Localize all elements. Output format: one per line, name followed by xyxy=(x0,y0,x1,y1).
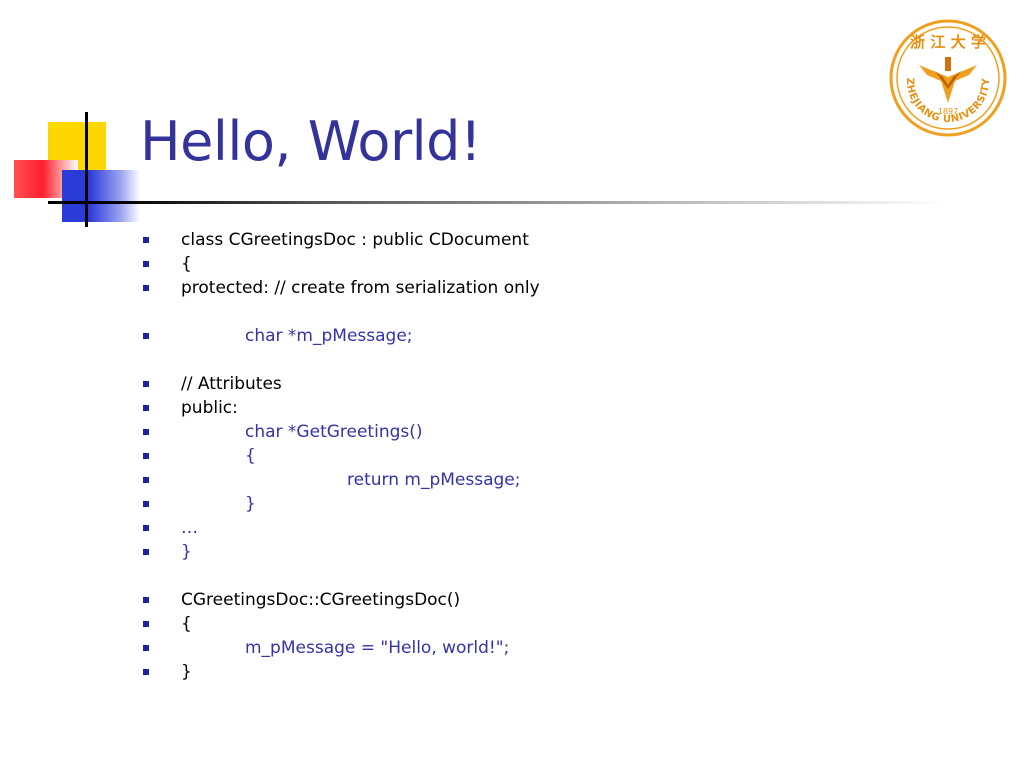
bullet-icon xyxy=(143,477,149,483)
bullet-icon xyxy=(143,333,149,339)
code-line: } xyxy=(181,662,192,682)
bullet-icon xyxy=(143,645,149,651)
code-line: { xyxy=(181,614,192,634)
bullet-icon xyxy=(143,405,149,411)
bullet-icon xyxy=(143,429,149,435)
code-line: CGreetingsDoc::CGreetingsDoc() xyxy=(181,590,461,610)
bullet-icon xyxy=(143,261,149,267)
bullet-icon xyxy=(143,501,149,507)
code-line: { xyxy=(245,446,256,466)
bullet-icon xyxy=(143,381,149,387)
code-line: return m_pMessage; xyxy=(347,470,521,490)
code-line: m_pMessage = "Hello, world!"; xyxy=(245,638,510,658)
slide-title: Hello, World! xyxy=(140,110,482,173)
logo-chinese-text: 浙 江 大 学 xyxy=(910,33,986,51)
bullet-icon xyxy=(143,237,149,243)
bullet-icon xyxy=(143,621,149,627)
code-line: // Attributes xyxy=(181,374,282,394)
code-line: class CGreetingsDoc : public CDocument xyxy=(181,230,529,250)
decor-vertical-line xyxy=(85,112,88,227)
code-line: … xyxy=(181,518,198,538)
bullet-icon xyxy=(143,525,149,531)
code-line: protected: // create from serialization … xyxy=(181,278,540,298)
bullet-icon xyxy=(143,549,149,555)
code-line: { xyxy=(181,254,192,274)
bullet-icon xyxy=(143,597,149,603)
zhejiang-university-logo: 浙 江 大 学 1897 ZHEJIANG UNIVERSITY xyxy=(889,19,1007,137)
title-underline xyxy=(48,201,948,204)
code-line: } xyxy=(245,494,256,514)
bullet-icon xyxy=(143,285,149,291)
code-line: } xyxy=(181,542,192,562)
decor-blue-square xyxy=(62,170,140,222)
code-line: char *GetGreetings() xyxy=(245,422,423,442)
code-line: char *m_pMessage; xyxy=(245,326,413,346)
code-line: public: xyxy=(181,398,238,418)
bullet-icon xyxy=(143,669,149,675)
bullet-icon xyxy=(143,453,149,459)
